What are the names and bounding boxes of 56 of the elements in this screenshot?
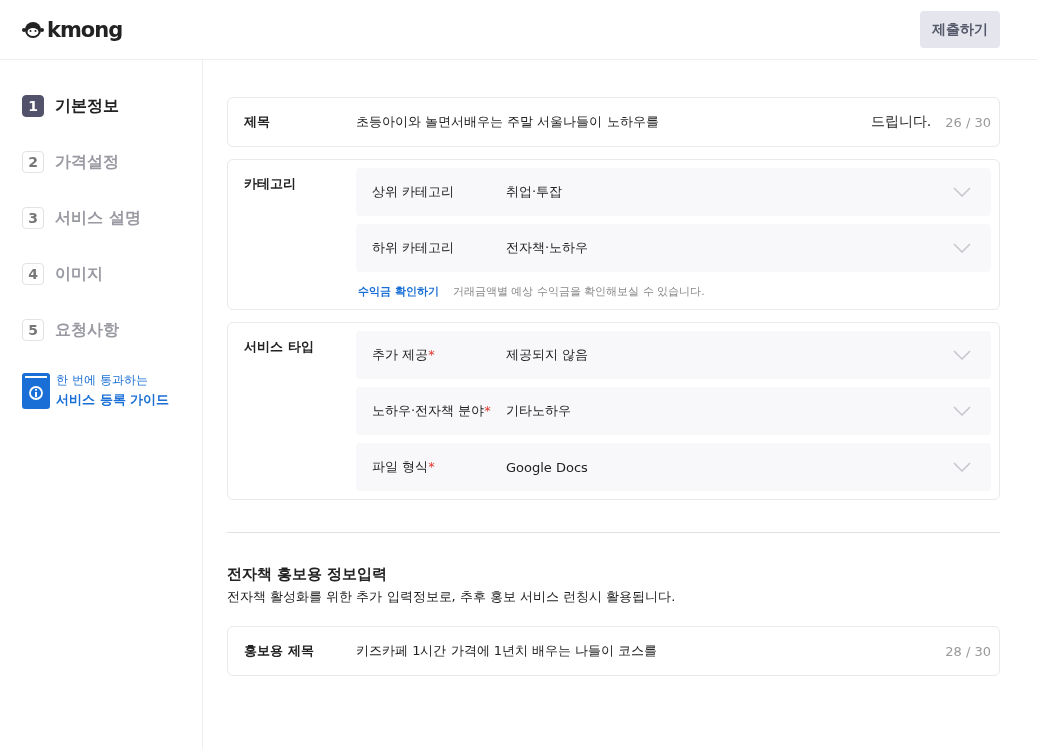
field-label: 홍보용 제목	[244, 642, 315, 660]
select-value: 전자책·노하우	[506, 239, 590, 257]
field-label: 제목	[244, 113, 271, 131]
step-label: 서비스 설명	[55, 207, 141, 229]
step-item[interactable]: 2 가격설정	[22, 150, 202, 174]
step-item[interactable]: 3 서비스 설명	[22, 206, 202, 230]
step-number: 4	[22, 263, 44, 285]
section-description: 전자책 활성화를 위한 추가 입력정보로, 추후 홍보 서비스 런칭시 활용됩니다.	[227, 588, 677, 606]
select-value: 기타노하우	[506, 402, 572, 420]
select-label: 노하우·전자책 분야*	[372, 402, 492, 420]
monkey-logo-icon	[22, 20, 44, 39]
select-field[interactable]: 추가 제공* 제공되지 않음	[356, 331, 991, 379]
title-value: 초등아이와 놀면서배우는 주말 서울나들이 노하우를	[356, 113, 659, 131]
select-label: 파일 형식*	[372, 458, 436, 476]
select-field[interactable]: 노하우·전자책 분야* 기타노하우	[356, 387, 991, 435]
step-label: 가격설정	[55, 151, 119, 173]
step-item[interactable]: 4 이미지	[22, 262, 202, 286]
hint-text: 거래금액별 예상 수익금을 확인해보실 수 있습니다.	[452, 284, 705, 299]
select-label: 상위 카테고리	[372, 183, 456, 201]
section-heading: 전자책 홍보용 정보입력	[227, 565, 389, 584]
step-label: 이미지	[55, 263, 103, 285]
step-label: 요청사항	[55, 319, 119, 341]
chevron-down-icon	[953, 462, 971, 472]
select-field[interactable]: 하위 카테고리 전자책·노하우	[356, 224, 991, 272]
earnings-link[interactable]: 수익금 확인하기	[358, 284, 439, 299]
chevron-down-icon	[953, 406, 971, 416]
step-number: 2	[22, 151, 44, 173]
step-number: 1	[22, 95, 44, 117]
select-value: Google Docs	[506, 459, 589, 475]
step-item[interactable]: 1 기본정보	[22, 94, 202, 118]
chevron-down-icon	[953, 187, 971, 197]
guide-subtitle[interactable]: 한 번에 통과하는	[56, 372, 170, 389]
char-counter: 28 / 30	[945, 643, 991, 659]
promo-title-input[interactable]: 키즈카페 1시간 가격에 1년치 배우는 나들이 코스를	[356, 642, 946, 660]
select-field[interactable]: 파일 형식* Google Docs	[356, 443, 991, 491]
char-counter: 26 / 30	[945, 114, 991, 130]
select-value: 취업·투잡	[506, 183, 564, 201]
select-field[interactable]: 상위 카테고리 취업·투잡	[356, 168, 991, 216]
guide-book-icon	[22, 372, 50, 409]
select-label: 추가 제공*	[372, 346, 436, 364]
logo-text[interactable]: kmong	[47, 17, 123, 42]
select-label: 하위 카테고리	[372, 239, 456, 257]
chevron-down-icon	[953, 350, 971, 360]
select-value: 제공되지 않음	[506, 346, 590, 364]
title-suffix: 드립니다.	[870, 113, 932, 131]
guide-link[interactable]: 서비스 등록 가이드	[56, 391, 170, 409]
step-label: 기본정보	[55, 95, 119, 117]
step-item[interactable]: 5 요청사항	[22, 318, 202, 342]
step-number: 3	[22, 207, 44, 229]
field-label: 서비스 타입	[244, 338, 315, 356]
promo-title-value: 키즈카페 1시간 가격에 1년치 배우는 나들이 코스를	[356, 642, 658, 660]
step-number: 5	[22, 319, 44, 341]
chevron-down-icon	[953, 243, 971, 253]
title-input[interactable]: 초등아이와 놀면서배우는 주말 서울나들이 노하우를 드립니다.	[356, 113, 946, 131]
submit-button[interactable]: 제출하기	[920, 11, 1000, 48]
field-label: 카테고리	[244, 175, 297, 193]
